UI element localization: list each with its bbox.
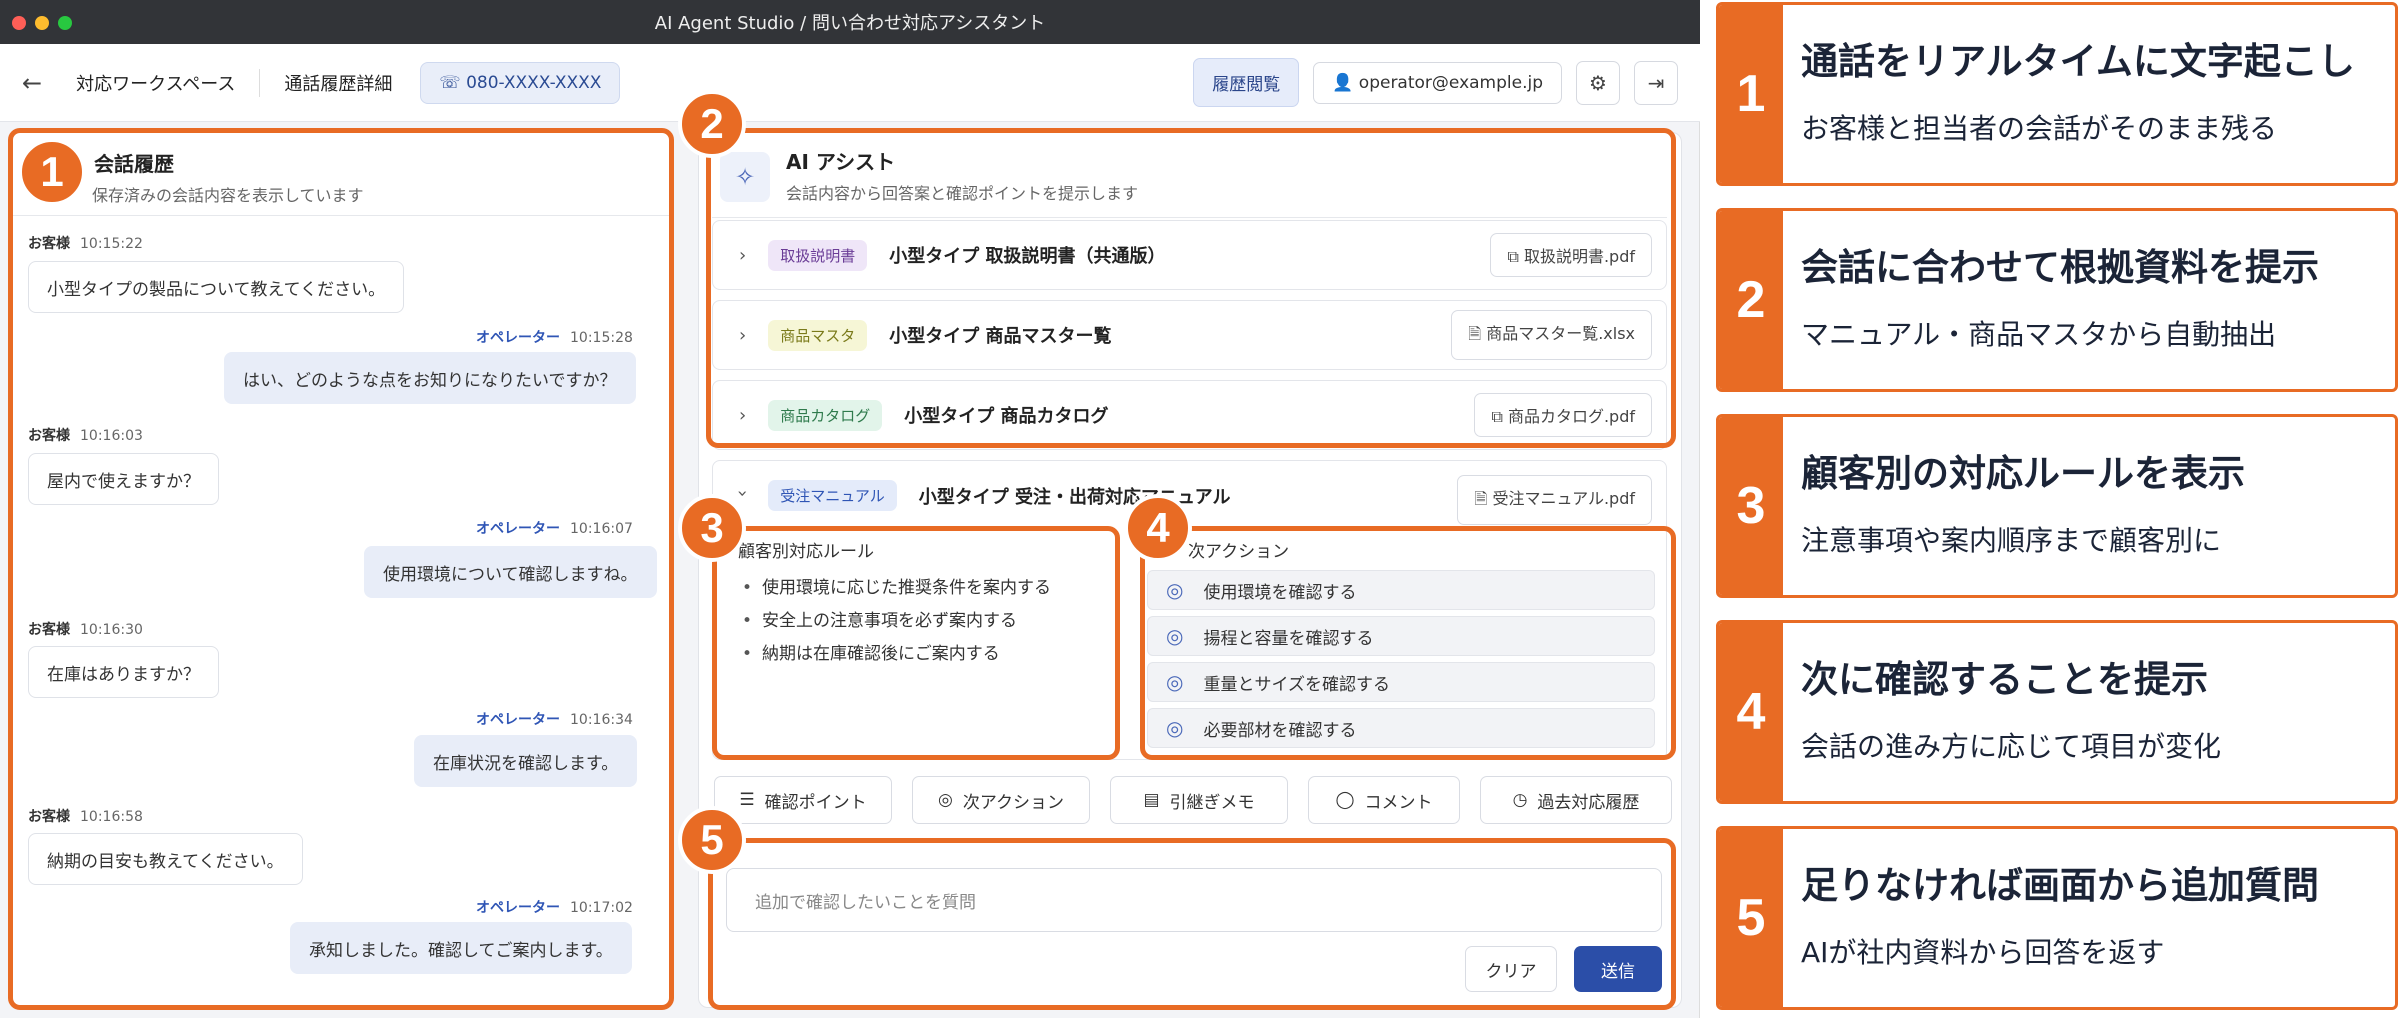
feature-card-2: 2 会話に合わせて根拠資料を提示 マニュアル・商品マスタから自動抽出 — [1716, 208, 2398, 392]
list-icon: ☰ — [739, 790, 755, 810]
file-icon: 🗎 — [1474, 489, 1493, 508]
top-bar: ← 対応ワークスペース 通話履歴詳細 ☏ 080-XXXX-XXXX 履歴閲覧 … — [0, 44, 1700, 122]
feature-card-4: 4 次に確認することを提示 会話の進み方に応じて項目が変化 — [1716, 620, 2398, 804]
app-window: AI Agent Studio / 問い合わせ対応アシスタント ← 対応ワークス… — [0, 0, 1700, 1018]
window-controls[interactable] — [12, 16, 72, 30]
user-button[interactable]: 👤 operator@example.jp — [1313, 61, 1562, 104]
comment-icon: ◯ — [1335, 790, 1355, 810]
feature-card-1: 1 通話をリアルタイムに文字起こし お客様と担当者の会話がそのまま残る — [1716, 2, 2398, 186]
tab-comment[interactable]: ◯ コメント — [1308, 776, 1460, 824]
tab-label: 過去対応履歴 — [1537, 792, 1640, 813]
callout-badge-5: 5 — [678, 806, 746, 874]
check-circle-icon: ◎ — [938, 790, 953, 810]
card-number: 5 — [1719, 829, 1783, 1007]
tab-label: 引継ぎメモ — [1169, 792, 1255, 813]
breadcrumb-workspace[interactable]: 対応ワークスペース — [76, 70, 235, 96]
card-title: 次に確認することを提示 — [1801, 658, 2208, 701]
breadcrumb-divider — [259, 68, 261, 97]
phone-chip[interactable]: ☏ 080-XXXX-XXXX — [420, 61, 621, 104]
highlight-5 — [708, 838, 1676, 1010]
feature-card-5: 5 足りなければ画面から追加質問 AIが社内資料から回答を返す — [1716, 826, 2398, 1010]
file-link-button[interactable]: 🗎 受注マニュアル.pdf — [1457, 475, 1652, 525]
topbar-actions: 履歴閲覧 👤 operator@example.jp ⚙ ⇥ — [1193, 58, 1678, 107]
tab-handover-memo[interactable]: ▤ 引継ぎメモ — [1110, 776, 1288, 824]
highlight-1 — [8, 128, 674, 1010]
phone-number: 080-XXXX-XXXX — [466, 72, 602, 93]
callout-badge-4: 4 — [1124, 494, 1192, 562]
card-title: 足りなければ画面から追加質問 — [1801, 864, 2319, 907]
tab-next-action[interactable]: ◎ 次アクション — [912, 776, 1090, 824]
card-title: 顧客別の対応ルールを表示 — [1801, 452, 2245, 495]
clock-icon: ◷ — [1512, 790, 1528, 810]
card-subtitle: マニュアル・商品マスタから自動抽出 — [1801, 318, 2277, 351]
title-bar: AI Agent Studio / 問い合わせ対応アシスタント — [0, 0, 1700, 44]
doc-tag: 受注マニュアル — [768, 480, 897, 511]
tab-label: 確認ポイント — [764, 792, 867, 813]
logout-icon[interactable]: ⇥ — [1634, 60, 1678, 105]
card-number: 2 — [1719, 211, 1783, 389]
tab-check-points[interactable]: ☰ 確認ポイント — [714, 776, 892, 824]
settings-gear-icon[interactable]: ⚙ — [1576, 60, 1620, 105]
highlight-3 — [712, 526, 1120, 760]
user-email: operator@example.jp — [1358, 72, 1543, 93]
card-subtitle: AIが社内資料から回答を返す — [1801, 936, 2165, 969]
tab-label: コメント — [1364, 792, 1433, 813]
back-arrow-icon[interactable]: ← — [22, 69, 42, 97]
memo-icon: ▤ — [1143, 790, 1160, 810]
chevron-down-icon[interactable]: › — [732, 490, 753, 497]
history-view-button[interactable]: 履歴閲覧 — [1193, 58, 1300, 107]
callout-badge-2: 2 — [678, 90, 746, 158]
card-number: 3 — [1719, 417, 1783, 595]
window-title: AI Agent Studio / 問い合わせ対応アシスタント — [654, 13, 1046, 34]
feature-card-3: 3 顧客別の対応ルールを表示 注意事項や案内順序まで顧客別に — [1716, 414, 2398, 598]
minimize-dot-icon[interactable] — [35, 16, 49, 30]
file-name: 受注マニュアル.pdf — [1492, 489, 1635, 508]
tab-past-history[interactable]: ◷ 過去対応履歴 — [1480, 776, 1672, 824]
card-subtitle: 注意事項や案内順序まで顧客別に — [1801, 524, 2222, 557]
tab-label: 次アクション — [962, 792, 1064, 813]
maximize-dot-icon[interactable] — [58, 16, 72, 30]
callout-badge-1: 1 — [18, 138, 86, 206]
phone-icon: ☏ — [439, 72, 467, 93]
user-icon: 👤 — [1332, 72, 1359, 93]
card-subtitle: お客様と担当者の会話がそのまま残る — [1801, 112, 2278, 145]
card-title: 通話をリアルタイムに文字起こし — [1801, 40, 2355, 83]
breadcrumb-detail: 通話履歴詳細 — [284, 73, 393, 95]
close-dot-icon[interactable] — [12, 16, 26, 30]
highlight-4 — [1140, 526, 1676, 760]
card-number: 4 — [1719, 623, 1783, 801]
card-number: 1 — [1719, 5, 1783, 183]
callout-badge-3: 3 — [678, 494, 746, 562]
card-subtitle: 会話の進み方に応じて項目が変化 — [1801, 730, 2222, 763]
highlight-2 — [706, 128, 1676, 448]
card-title: 会話に合わせて根拠資料を提示 — [1801, 246, 2319, 289]
